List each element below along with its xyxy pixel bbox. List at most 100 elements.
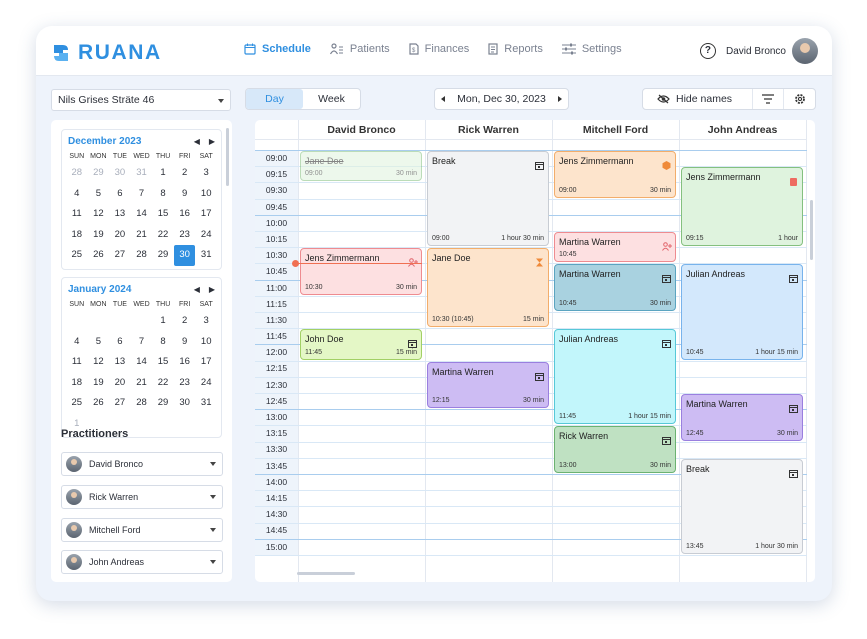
calendar-day[interactable]: 24 <box>195 373 217 394</box>
chevron-right-icon[interactable]: ▶ <box>209 137 215 146</box>
calendar-day[interactable]: 3 <box>195 311 217 332</box>
practitioner-select[interactable]: Rick Warren <box>61 485 223 509</box>
selected-day[interactable]: 30 <box>173 245 196 266</box>
practitioner-select[interactable]: Mitchell Ford <box>61 518 223 542</box>
calendar-day[interactable]: 12 <box>88 204 110 225</box>
calendar-day[interactable]: 27 <box>109 245 131 266</box>
user-name[interactable]: David Bronco <box>726 46 786 57</box>
chevron-right-icon[interactable]: ▶ <box>209 285 215 294</box>
calendar-day[interactable]: 31 <box>195 245 217 266</box>
calendar-day[interactable]: 23 <box>174 373 196 394</box>
calendar-day[interactable]: 16 <box>174 204 196 225</box>
calendar-day[interactable]: 5 <box>88 184 110 205</box>
calendar-day[interactable]: 18 <box>66 373 88 394</box>
nav-finances[interactable]: $ Finances <box>409 43 469 55</box>
calendar-day[interactable]: 21 <box>131 225 153 246</box>
chevron-left-icon[interactable]: ◀ <box>194 137 200 146</box>
calendar-day[interactable]: 15 <box>152 204 174 225</box>
calendar-day[interactable]: 22 <box>152 225 174 246</box>
appointment[interactable]: Jane Doe 09:00 30 min <box>300 151 422 182</box>
calendar-day[interactable]: 29 <box>88 163 110 184</box>
sidebar-scrollbar[interactable] <box>226 128 229 186</box>
calendar-day[interactable]: 27 <box>109 393 131 414</box>
appointment[interactable]: Rick Warren 13:00 30 min <box>554 426 676 473</box>
nav-schedule[interactable]: Schedule <box>244 43 311 55</box>
calendar-day[interactable]: 20 <box>109 373 131 394</box>
nav-settings[interactable]: Settings <box>561 43 622 55</box>
calendar-day[interactable]: 14 <box>131 204 153 225</box>
vertical-scrollbar[interactable] <box>810 200 813 260</box>
horizontal-scrollbar[interactable] <box>297 572 355 575</box>
appointment[interactable]: Break 13:45 1 hour 30 min <box>681 458 803 554</box>
user-avatar[interactable] <box>792 38 818 64</box>
practitioner-select[interactable]: David Bronco <box>61 452 223 476</box>
calendar-month-title[interactable]: January 2024 <box>68 284 131 295</box>
calendar-day[interactable]: 18 <box>66 225 88 246</box>
appointment[interactable]: Jens Zimmermann 09:00 30 min <box>554 151 676 198</box>
calendar-day[interactable]: 30 <box>109 163 131 184</box>
view-week-button[interactable]: Week <box>303 89 360 109</box>
appointment[interactable]: Martina Warren 10:45 30 min <box>554 264 676 311</box>
calendar-day[interactable]: 6 <box>109 332 131 353</box>
calendar-day[interactable]: 29 <box>152 393 174 414</box>
calendar-day[interactable]: 13 <box>109 204 131 225</box>
filter-icon[interactable] <box>751 89 784 109</box>
calendar-day[interactable]: 11 <box>66 204 88 225</box>
gear-icon[interactable] <box>783 89 815 109</box>
calendar-day[interactable]: 8 <box>152 184 174 205</box>
current-date[interactable]: Mon, Dec 30, 2023 <box>457 93 546 105</box>
calendar-day[interactable]: 3 <box>195 163 217 184</box>
calendar-day[interactable]: 7 <box>131 184 153 205</box>
appointment[interactable]: Jens Zimmermann 09:15 1 hour <box>681 167 803 247</box>
location-select[interactable]: Nils Grises Sträte 46 <box>51 89 231 111</box>
calendar-day[interactable]: 1 <box>152 163 174 184</box>
appointment[interactable]: Jens Zimmermann 10:30 30 min <box>300 248 422 295</box>
prev-day-icon[interactable] <box>441 96 445 102</box>
calendar-day[interactable]: 4 <box>66 332 88 353</box>
calendar-day[interactable]: 10 <box>195 332 217 353</box>
calendar-day[interactable]: 28 <box>131 245 153 266</box>
calendar-day[interactable]: 30 <box>174 393 196 414</box>
practitioner-select[interactable]: John Andreas <box>61 550 223 574</box>
calendar-day[interactable]: 2 <box>174 311 196 332</box>
calendar-day[interactable]: 13 <box>109 352 131 373</box>
calendar-day[interactable]: 17 <box>195 204 217 225</box>
calendar-day[interactable]: 23 <box>174 225 196 246</box>
calendar-day[interactable]: 26 <box>88 245 110 266</box>
calendar-day[interactable]: 19 <box>88 373 110 394</box>
calendar-day[interactable]: 31 <box>195 393 217 414</box>
appointment[interactable]: Jane Doe 10:30 (10:45) 15 min <box>427 248 549 328</box>
calendar-day[interactable]: 19 <box>88 225 110 246</box>
calendar-day[interactable]: 15 <box>152 352 174 373</box>
calendar-day[interactable]: 24 <box>195 225 217 246</box>
calendar-day[interactable]: 25 <box>66 245 88 266</box>
calendar-day[interactable]: 9 <box>174 184 196 205</box>
appointment[interactable]: Julian Andreas 11:45 1 hour 15 min <box>554 329 676 425</box>
calendar-day[interactable]: 9 <box>174 332 196 353</box>
calendar-day[interactable]: 25 <box>66 393 88 414</box>
chevron-left-icon[interactable]: ◀ <box>194 285 200 294</box>
calendar-day[interactable]: 8 <box>152 332 174 353</box>
nav-patients[interactable]: Patients <box>329 43 390 55</box>
hide-names-button[interactable]: Hide names <box>643 93 752 105</box>
calendar-day[interactable]: 22 <box>152 373 174 394</box>
calendar-day[interactable]: 28 <box>131 393 153 414</box>
calendar-day[interactable]: 4 <box>66 184 88 205</box>
calendar-day[interactable]: 7 <box>131 332 153 353</box>
calendar-day[interactable]: 10 <box>195 184 217 205</box>
calendar-day[interactable]: 16 <box>174 352 196 373</box>
appointment[interactable]: Break 09:00 1 hour 30 min <box>427 151 549 247</box>
calendar-day[interactable]: 6 <box>109 184 131 205</box>
calendar-day[interactable]: 28 <box>66 163 88 184</box>
logo[interactable]: RUANA <box>50 41 162 65</box>
appointment[interactable]: Julian Andreas 10:45 1 hour 15 min <box>681 264 803 360</box>
calendar-day[interactable]: 26 <box>88 393 110 414</box>
view-day-button[interactable]: Day <box>246 89 303 109</box>
appointment[interactable]: Martina Warren 10:45 <box>554 232 676 263</box>
calendar-day[interactable]: 5 <box>88 332 110 353</box>
calendar-day[interactable]: 20 <box>109 225 131 246</box>
calendar-day[interactable]: 17 <box>195 352 217 373</box>
calendar-day[interactable]: 11 <box>66 352 88 373</box>
calendar-month-title[interactable]: December 2023 <box>68 136 141 147</box>
calendar-day[interactable]: 21 <box>131 373 153 394</box>
